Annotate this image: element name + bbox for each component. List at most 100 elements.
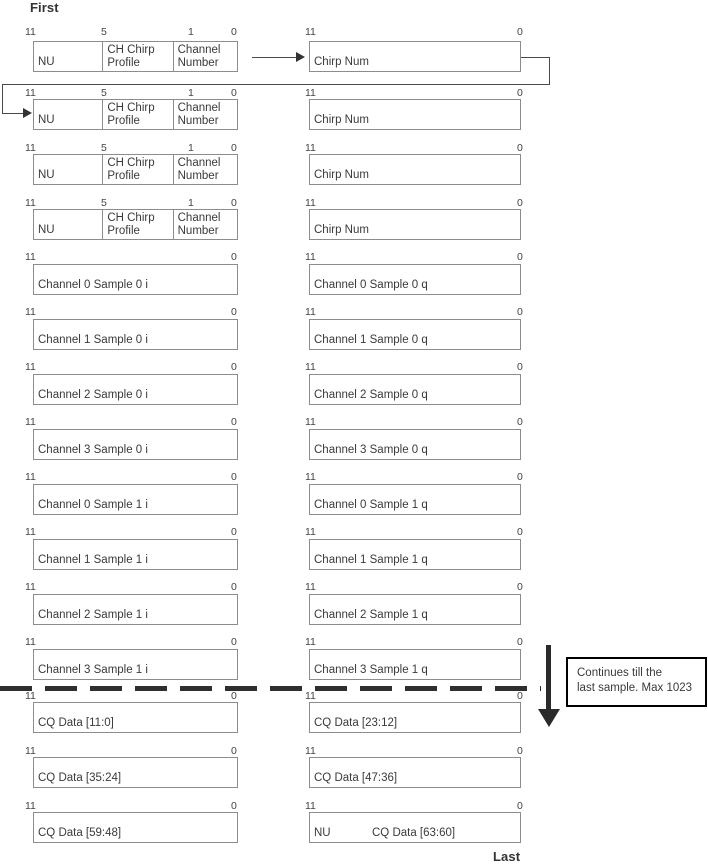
field-cq-data: CQ Data [59:48] (34, 813, 237, 842)
bit-label-msb: 11 (25, 690, 36, 702)
field-label: NU (38, 168, 55, 181)
header-word-box: NU CH Chirp Profile Channel Number (33, 209, 238, 240)
field-label: CQ Data [47:36] (314, 771, 398, 784)
wrap-connector-segment-into-row2 (2, 113, 24, 114)
header-word-box: NU CH Chirp Profile Channel Number (33, 41, 238, 72)
sample-word-box: Channel 0 Sample 0 i (33, 264, 238, 295)
field-sample: Channel 3 Sample 0 i (34, 430, 237, 459)
continues-arrow-head-icon (538, 709, 560, 727)
wrap-arrow-head-icon (23, 108, 32, 118)
field-label: CH Chirp Profile (107, 157, 155, 182)
sample-word-box: Channel 0 Sample 1 q (309, 484, 521, 515)
field-sample: Channel 2 Sample 0 q (310, 375, 520, 404)
bit-label-msb: 11 (25, 142, 36, 154)
field-label: CQ Data [63:60] (372, 826, 456, 839)
bit-label-msb: 11 (25, 581, 36, 593)
field-label: Channel 0 Sample 1 i (38, 498, 148, 511)
bit-label-1: 1 (188, 26, 194, 38)
sample-word-box: Channel 1 Sample 0 q (309, 319, 521, 350)
cq-word-box-last: NU CQ Data [63:60] (309, 812, 521, 843)
chirp-num-word-box: Chirp Num (309, 209, 521, 240)
bit-label-lsb: 0 (231, 471, 237, 483)
field-sample: Channel 3 Sample 1 q (310, 650, 520, 679)
field-sample: Channel 2 Sample 1 q (310, 595, 520, 624)
bit-label-msb: 11 (305, 26, 316, 38)
field-sample: Channel 0 Sample 1 q (310, 485, 520, 514)
field-nu: NU (34, 210, 102, 239)
bit-label-5: 5 (101, 26, 107, 38)
bit-label-msb: 11 (25, 745, 36, 757)
bit-label-msb: 11 (305, 197, 316, 209)
field-label: Channel 3 Sample 1 i (38, 663, 148, 676)
field-label: Channel 2 Sample 1 q (314, 608, 428, 621)
field-label: Channel 3 Sample 0 i (38, 443, 148, 456)
cq-word-box: CQ Data [59:48] (33, 812, 238, 843)
bit-label-msb: 11 (25, 87, 36, 99)
bit-label-lsb: 0 (231, 581, 237, 593)
field-nu: NU (34, 42, 102, 71)
continues-callout-text: Continues till the last sample. Max 1023 (577, 667, 693, 694)
flow-arrow-line (252, 57, 296, 58)
bit-label-msb: 11 (305, 251, 316, 263)
field-label: Channel 2 Sample 0 i (38, 388, 148, 401)
sample-word-box: Channel 1 Sample 1 q (309, 539, 521, 570)
field-channel-number: Channel Number (172, 210, 237, 239)
field-label: Chirp Num (314, 223, 369, 236)
bit-label-msb: 11 (305, 690, 316, 702)
field-ch-chirp-profile: CH Chirp Profile (102, 210, 172, 239)
field-label: Channel 0 Sample 0 i (38, 278, 148, 291)
bit-label-lsb: 0 (517, 690, 523, 702)
field-label: Channel Number (177, 212, 221, 237)
field-sample: Channel 0 Sample 0 q (310, 265, 520, 294)
field-channel-number: Channel Number (172, 155, 237, 184)
field-chirp-num: Chirp Num (310, 210, 520, 239)
bit-label-5: 5 (101, 142, 107, 154)
field-label: Channel 1 Sample 1 i (38, 553, 148, 566)
bit-label-lsb: 0 (517, 471, 523, 483)
chirp-num-word-box: Chirp Num (309, 41, 521, 72)
bit-label-msb: 11 (305, 636, 316, 648)
bit-label-msb: 11 (25, 251, 36, 263)
field-nu: NU (34, 100, 102, 129)
field-label: Channel 3 Sample 1 q (314, 663, 428, 676)
cq-word-box: CQ Data [35:24] (33, 757, 238, 788)
field-label: Chirp Num (314, 113, 369, 126)
bit-label-lsb: 0 (517, 581, 523, 593)
field-label: NU (38, 55, 55, 68)
field-cq-data: CQ Data [11:0] (34, 703, 237, 732)
field-sample: Channel 2 Sample 0 i (34, 375, 237, 404)
bit-label-lsb: 0 (517, 416, 523, 428)
field-sample: Channel 2 Sample 1 i (34, 595, 237, 624)
header-word-box: NU CH Chirp Profile Channel Number (33, 154, 238, 185)
bit-label-1: 1 (188, 197, 194, 209)
bit-label-1: 1 (188, 87, 194, 99)
bit-label-msb: 11 (305, 745, 316, 757)
bit-label-lsb: 0 (517, 745, 523, 757)
bit-label-msb: 11 (25, 197, 36, 209)
last-label: Last (493, 849, 521, 864)
field-sample: Channel 3 Sample 1 i (34, 650, 237, 679)
field-sample: Channel 1 Sample 1 i (34, 540, 237, 569)
wrap-connector-segment-right (521, 57, 550, 58)
field-label: NU (38, 223, 55, 236)
sample-word-box: Channel 2 Sample 1 i (33, 594, 238, 625)
sample-word-box: Channel 2 Sample 0 i (33, 374, 238, 405)
field-label: CQ Data [59:48] (38, 826, 122, 839)
first-label: First (30, 0, 59, 15)
bit-label-msb: 11 (305, 526, 316, 538)
field-cq-data: CQ Data [35:24] (34, 758, 237, 787)
sample-word-box: Channel 2 Sample 1 q (309, 594, 521, 625)
bit-label-msb: 11 (305, 471, 316, 483)
continuation-dashed-separator (0, 686, 541, 691)
wrap-connector-segment-down-right (549, 57, 550, 85)
bit-label-msb: 11 (305, 361, 316, 373)
chirp-num-word-box: Chirp Num (309, 154, 521, 185)
field-label-nu: NU (314, 826, 331, 839)
field-chirp-num: Chirp Num (310, 100, 520, 129)
sample-word-box: Channel 0 Sample 1 i (33, 484, 238, 515)
packet-format-diagram: First Last 11 5 1 0 NU CH Chirp Profile … (0, 0, 708, 867)
bit-label-lsb: 0 (517, 197, 523, 209)
bit-label-msb: 11 (25, 526, 36, 538)
field-label: CH Chirp Profile (107, 212, 155, 237)
bit-label-msb: 11 (25, 26, 36, 38)
